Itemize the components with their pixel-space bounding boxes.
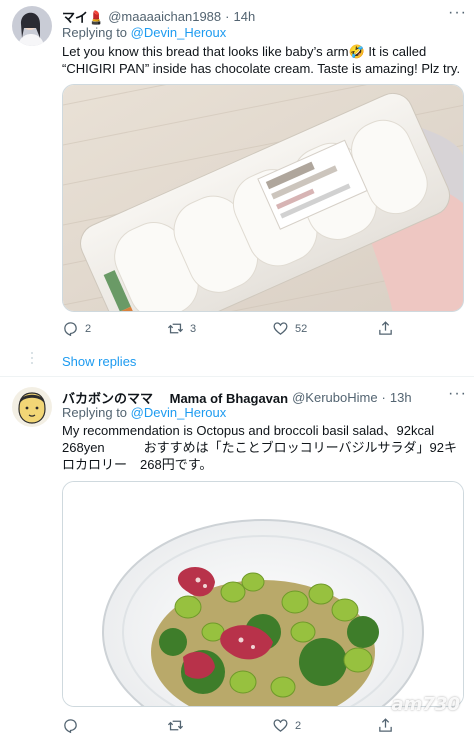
tweet-text: Let you know this bread that looks like … <box>62 44 461 76</box>
more-options-icon[interactable]: ··· <box>448 385 467 403</box>
heart-icon <box>273 719 288 732</box>
separator: · <box>381 390 386 405</box>
like-button[interactable]: 52 <box>272 320 377 337</box>
replying-to-mention[interactable]: @Devin_Heroux <box>131 405 227 420</box>
user-handle[interactable]: @KeruboHime <box>292 390 377 405</box>
share-icon <box>379 321 392 335</box>
bread-photo-icon <box>63 85 463 311</box>
replying-to-label: Replying to <box>62 25 128 40</box>
share-icon <box>379 718 392 732</box>
show-replies-link[interactable]: Show replies <box>62 354 136 369</box>
separator: · <box>225 9 230 24</box>
retweet-icon <box>167 323 184 334</box>
more-options-icon[interactable]: ··· <box>448 4 467 22</box>
like-count: 2 <box>295 719 302 732</box>
retweet-count: 3 <box>190 322 197 335</box>
reply-button[interactable] <box>62 717 167 734</box>
replying-to-label: Replying to <box>62 405 128 420</box>
reply-icon <box>64 719 77 734</box>
tweet-image[interactable] <box>62 84 464 312</box>
tweet-text: My recommendation is Octopus and broccol… <box>62 423 457 472</box>
thread-connector <box>31 352 33 367</box>
avatar[interactable] <box>12 6 52 46</box>
retweet-button[interactable]: 3 <box>167 320 272 337</box>
watermark: am730 <box>391 694 460 715</box>
replying-to-mention[interactable]: @Devin_Heroux <box>131 25 227 40</box>
reply-icon <box>64 322 77 337</box>
timestamp[interactable]: 14h <box>233 9 255 24</box>
timestamp[interactable]: 13h <box>390 390 412 405</box>
heart-icon <box>273 322 288 335</box>
reply-button[interactable]: 2 <box>62 320 167 337</box>
display-name[interactable]: マイ💄 <box>62 7 104 26</box>
tweet-1[interactable]: マイ💄 @maaaaichan1988 · 14h ··· Replying t… <box>0 0 474 348</box>
retweet-icon <box>167 720 184 731</box>
user-handle[interactable]: @maaaaichan1988 <box>108 9 221 24</box>
tweet-image[interactable] <box>62 481 464 707</box>
reply-count: 2 <box>85 322 92 335</box>
share-button[interactable] <box>377 320 474 337</box>
share-button[interactable] <box>377 717 474 734</box>
avatar[interactable] <box>12 387 52 427</box>
retweet-button[interactable] <box>167 717 272 734</box>
salad-photo-icon <box>63 482 463 706</box>
tweet-2[interactable]: バカボンのママ Mama of Bhagavan @KeruboHime · 1… <box>0 377 474 739</box>
like-count: 52 <box>295 322 308 335</box>
like-button[interactable]: 2 <box>272 717 377 734</box>
